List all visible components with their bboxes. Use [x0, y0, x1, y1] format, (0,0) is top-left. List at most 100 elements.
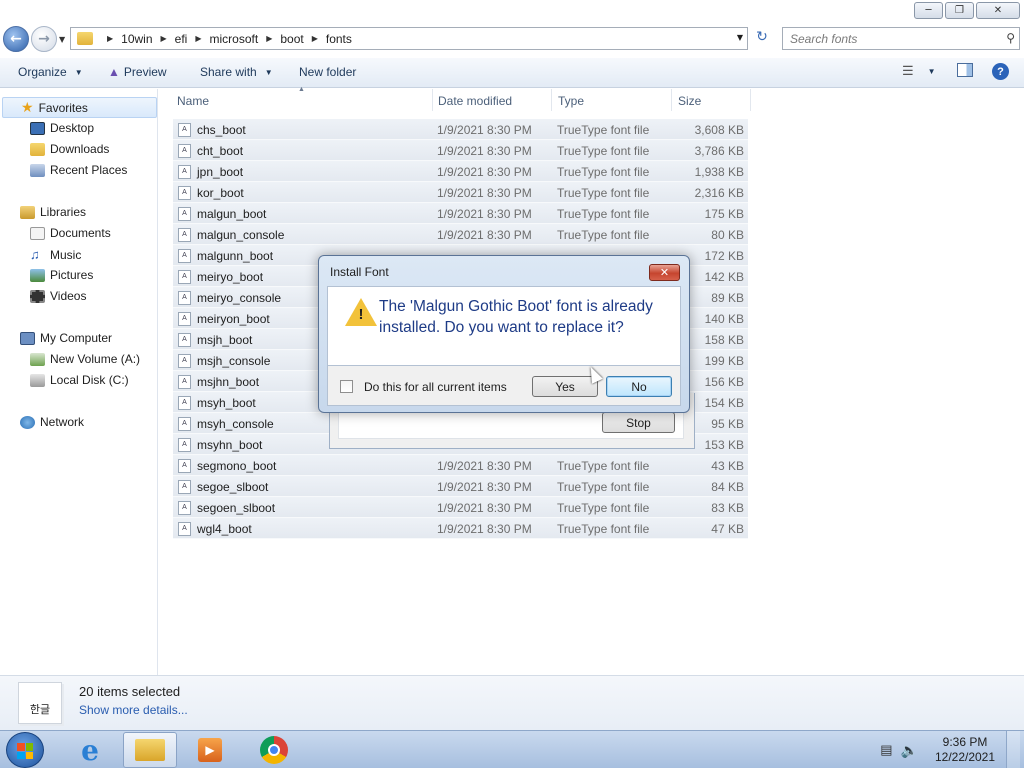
- view-icon: ☰: [902, 63, 914, 78]
- ie-icon: e: [81, 733, 99, 767]
- font-file-icon: A: [178, 270, 191, 284]
- show-more-details-link[interactable]: Show more details...: [79, 703, 188, 717]
- table-row[interactable]: Asegmono_boot 1/9/2021 8:30 PM TrueType fo…: [173, 455, 748, 476]
- sidebar-item-recent-places[interactable]: Recent Places: [30, 163, 127, 177]
- dialog-close-button[interactable]: ✕: [649, 264, 680, 281]
- recent-places-icon: [30, 163, 45, 177]
- share-with-button[interactable]: Share with ▼: [200, 65, 273, 79]
- new-folder-button[interactable]: New folder: [299, 65, 356, 79]
- drive-icon: [30, 373, 45, 387]
- sidebar-item-pictures[interactable]: Pictures: [30, 268, 93, 282]
- breadcrumb-item[interactable]: 10win: [121, 32, 152, 46]
- file-size: 83 KB: [711, 501, 744, 515]
- column-header-name[interactable]: Name: [177, 94, 209, 108]
- font-file-icon: 한글: [18, 682, 62, 724]
- breadcrumb-item[interactable]: fonts: [326, 32, 352, 46]
- breadcrumb-item[interactable]: efi: [175, 32, 188, 46]
- preview-pane-button[interactable]: [957, 63, 973, 77]
- sidebar-item-new-volume[interactable]: New Volume (A:): [30, 352, 140, 366]
- taskbar-chrome[interactable]: [247, 732, 301, 768]
- file-date: 1/9/2021 8:30 PM: [437, 186, 532, 200]
- organize-button[interactable]: Organize ▼: [18, 65, 83, 79]
- table-row[interactable]: Amalgun_boot 1/9/2021 8:30 PM TrueType fon…: [173, 203, 748, 224]
- refresh-icon[interactable]: ↻: [752, 29, 772, 47]
- sidebar-item-music[interactable]: ♫ Music: [30, 247, 81, 262]
- network-tray-icon[interactable]: ▤: [880, 742, 892, 758]
- column-header-date[interactable]: Date modified: [438, 94, 512, 108]
- preview-button[interactable]: ▲ Preview: [108, 65, 167, 79]
- address-bar[interactable]: ▶ 10win ▶ efi ▶ microsoft ▶ boot ▶ fonts…: [70, 27, 748, 50]
- taskbar-internet-explorer[interactable]: e: [63, 732, 117, 768]
- show-desktop-button[interactable]: [1006, 731, 1020, 768]
- yes-button[interactable]: Yes: [532, 376, 598, 397]
- sidebar-item-favorites[interactable]: ★ Favorites: [2, 97, 157, 118]
- file-date: 1/9/2021 8:30 PM: [437, 123, 532, 137]
- table-row[interactable]: Ajpn_boot 1/9/2021 8:30 PM TrueType font f…: [173, 161, 748, 182]
- recent-pages-dropdown[interactable]: ▼: [59, 35, 65, 44]
- file-size: 95 KB: [711, 417, 744, 431]
- start-button[interactable]: [6, 732, 44, 768]
- table-row[interactable]: Amalgun_console 1/9/2021 8:30 PM TrueType …: [173, 224, 748, 245]
- breadcrumb-item[interactable]: boot: [280, 32, 303, 46]
- taskbar-media-player[interactable]: ▶: [183, 732, 237, 768]
- file-type: TrueType font file: [557, 123, 650, 137]
- sidebar-item-downloads[interactable]: Downloads: [30, 142, 109, 156]
- no-button[interactable]: No: [606, 376, 672, 397]
- search-icon[interactable]: ⚲: [1006, 31, 1015, 45]
- table-row[interactable]: Acht_boot 1/9/2021 8:30 PM TrueType font f…: [173, 140, 748, 161]
- search-box[interactable]: ⚲: [782, 27, 1020, 50]
- font-file-icon: A: [178, 186, 191, 200]
- clock[interactable]: 9:36 PM 12/22/2021: [930, 735, 1000, 765]
- search-input[interactable]: [783, 28, 983, 49]
- file-name: msyhn_boot: [197, 438, 263, 452]
- sidebar-item-desktop[interactable]: Desktop: [30, 121, 94, 135]
- maximize-button[interactable]: ❐: [945, 2, 974, 19]
- breadcrumb-item[interactable]: microsoft: [210, 32, 259, 46]
- file-type: TrueType font file: [557, 186, 650, 200]
- sidebar-item-network[interactable]: Network: [20, 415, 84, 429]
- column-header-type[interactable]: Type: [558, 94, 584, 108]
- sidebar-item-videos[interactable]: Videos: [30, 289, 86, 303]
- table-row[interactable]: Akor_boot 1/9/2021 8:30 PM TrueType font f…: [173, 182, 748, 203]
- network-icon: [20, 415, 35, 429]
- apply-all-label[interactable]: Do this for all current items: [364, 380, 507, 394]
- address-dropdown-icon[interactable]: ▼: [737, 33, 743, 42]
- font-file-icon: A: [178, 501, 191, 515]
- file-type: TrueType font file: [557, 459, 650, 473]
- font-file-icon: A: [178, 123, 191, 137]
- file-date: 1/9/2021 8:30 PM: [437, 459, 532, 473]
- help-icon: ?: [992, 63, 1009, 80]
- apply-all-checkbox[interactable]: [340, 380, 353, 393]
- font-file-icon: A: [178, 375, 191, 389]
- sidebar-item-my-computer[interactable]: My Computer: [20, 331, 112, 345]
- music-icon: ♫: [30, 247, 40, 262]
- system-tray: ▤ 🔈 9:36 PM 12/22/2021: [880, 731, 1020, 768]
- table-row[interactable]: Achs_boot 1/9/2021 8:30 PM TrueType font f…: [173, 119, 748, 140]
- table-row[interactable]: Awgl4_boot 1/9/2021 8:30 PM TrueType font …: [173, 518, 748, 539]
- file-name: msjh_boot: [197, 333, 253, 347]
- stop-button[interactable]: Stop: [602, 412, 675, 433]
- file-date: 1/9/2021 8:30 PM: [437, 501, 532, 515]
- minimize-button[interactable]: ─: [914, 2, 943, 19]
- sidebar-item-documents[interactable]: Documents: [30, 226, 111, 240]
- sidebar-item-libraries[interactable]: Libraries: [20, 205, 86, 219]
- back-button[interactable]: ←: [3, 26, 29, 52]
- help-button[interactable]: ?: [992, 63, 1009, 80]
- table-row[interactable]: Asegoe_slboot 1/9/2021 8:30 PM TrueType fo…: [173, 476, 748, 497]
- file-size: 154 KB: [704, 396, 744, 410]
- file-name: malgun_console: [197, 228, 285, 242]
- close-button[interactable]: ✕: [976, 2, 1020, 19]
- file-name: cht_boot: [197, 144, 244, 158]
- column-header-size[interactable]: Size: [678, 94, 701, 108]
- font-file-icon: A: [178, 480, 191, 494]
- downloads-icon: [30, 142, 45, 156]
- table-row[interactable]: Asegoen_slboot 1/9/2021 8:30 PM TrueType f…: [173, 497, 748, 518]
- volume-icon[interactable]: 🔈: [901, 742, 918, 759]
- font-file-icon: A: [178, 291, 191, 305]
- forward-button[interactable]: →: [31, 26, 57, 52]
- view-options-button[interactable]: ☰ ▼: [902, 63, 936, 79]
- file-name: msjh_console: [197, 354, 271, 368]
- taskbar-windows-explorer[interactable]: [123, 732, 177, 768]
- sidebar-item-local-disk[interactable]: Local Disk (C:): [30, 373, 129, 387]
- file-type: TrueType font file: [557, 522, 650, 536]
